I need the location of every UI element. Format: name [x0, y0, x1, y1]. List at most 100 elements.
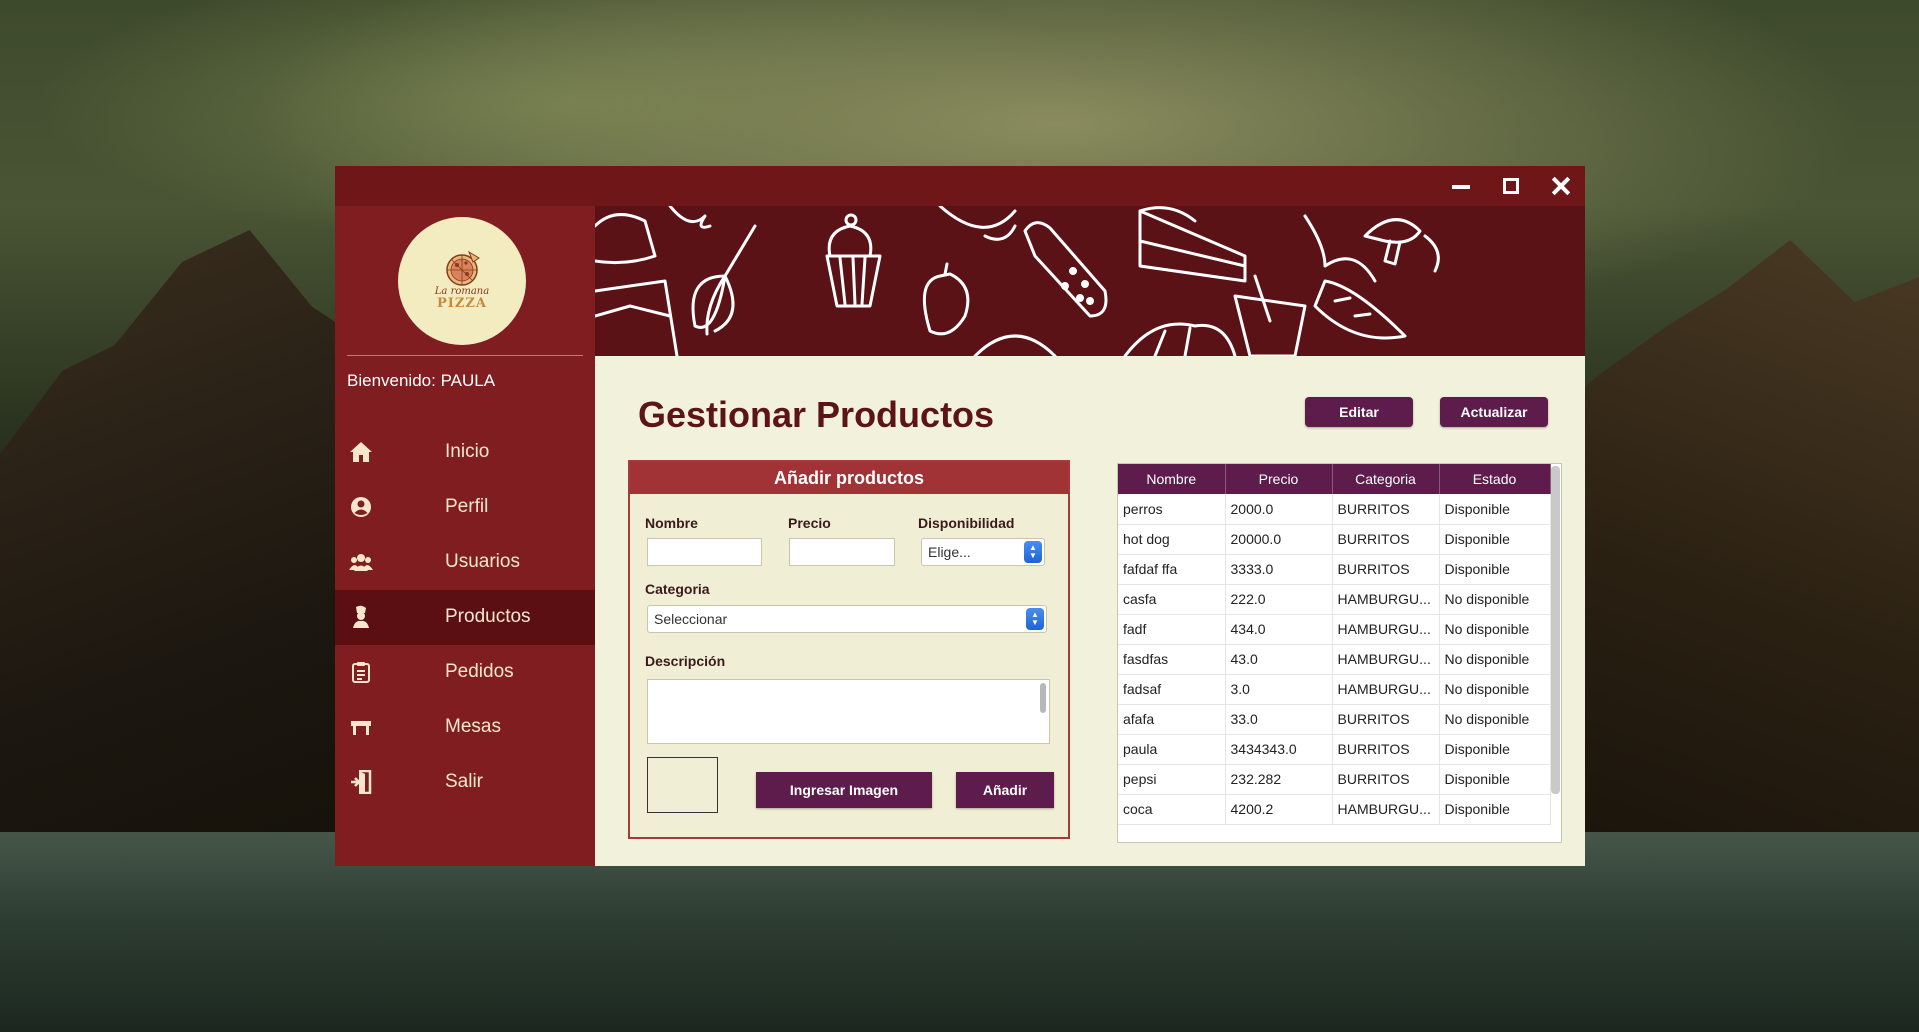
title-bar[interactable] — [335, 166, 1585, 206]
table-cell: paula — [1118, 734, 1226, 765]
table-row[interactable]: fafdaf ffa 3333.0 BURRITOS Disponible — [1118, 554, 1551, 585]
table-cell: coca — [1118, 794, 1226, 825]
select-arrows-icon: ▲ ▼ — [1024, 541, 1042, 563]
table-cell: fadsaf — [1118, 674, 1226, 705]
table-cell: fafdaf ffa — [1118, 554, 1226, 585]
sidebar: La romana PIZZA Bienvenido: PAULA Inicio… — [335, 206, 595, 866]
table-cell: HAMBURGU... — [1332, 794, 1440, 825]
sidebar-item-perfil[interactable]: Perfil — [335, 480, 595, 535]
sidebar-item-label: Perfil — [445, 496, 489, 517]
minimize-icon[interactable] — [1447, 174, 1475, 198]
table-cell: Disponible — [1439, 734, 1551, 765]
table-cell: fasdfas — [1118, 644, 1226, 675]
table-cell: No disponible — [1439, 704, 1551, 735]
table-cell: perros — [1118, 494, 1226, 525]
table-row[interactable]: coca 4200.2 HAMBURGU... Disponible — [1118, 794, 1551, 825]
select-arrows-icon: ▲ ▼ — [1026, 608, 1044, 630]
table-icon — [349, 715, 373, 739]
availability-label: Disponibilidad — [918, 515, 1015, 531]
table-cell: 4200.2 — [1225, 794, 1333, 825]
maximize-icon[interactable] — [1497, 174, 1525, 198]
table-cell: Disponible — [1439, 524, 1551, 555]
category-select-value: Seleccionar — [654, 611, 728, 627]
table-cell: HAMBURGU... — [1332, 674, 1440, 705]
sidebar-item-mesas[interactable]: Mesas — [335, 700, 595, 755]
upload-image-button[interactable]: Ingresar Imagen — [756, 772, 932, 808]
table-row[interactable]: paula 3434343.0 BURRITOS Disponible — [1118, 734, 1551, 765]
availability-select[interactable]: Elige... ▲ ▼ — [921, 538, 1045, 566]
sidebar-item-pedidos[interactable]: Pedidos — [335, 645, 595, 700]
table-scrollbar[interactable] — [1551, 466, 1560, 794]
sidebar-item-productos[interactable]: Productos — [335, 590, 595, 645]
sidebar-item-label: Pedidos — [445, 661, 514, 682]
sidebar-item-salir[interactable]: Salir — [335, 755, 595, 810]
sidebar-item-label: Usuarios — [445, 551, 520, 572]
add-product-header: Añadir productos — [630, 462, 1068, 494]
table-cell: HAMBURGU... — [1332, 584, 1440, 615]
column-header-nombre[interactable]: Nombre — [1118, 464, 1226, 494]
category-select[interactable]: Seleccionar ▲ ▼ — [647, 605, 1047, 633]
price-label: Precio — [788, 515, 831, 531]
table-cell: Disponible — [1439, 764, 1551, 795]
app-window: La romana PIZZA Bienvenido: PAULA Inicio… — [335, 166, 1585, 866]
price-input[interactable] — [789, 538, 895, 566]
table-row[interactable]: perros 2000.0 BURRITOS Disponible — [1118, 494, 1551, 525]
column-header-precio[interactable]: Precio — [1225, 464, 1333, 494]
table-cell: HAMBURGU... — [1332, 614, 1440, 645]
add-product-button[interactable]: Añadir — [956, 772, 1054, 808]
table-cell: BURRITOS — [1332, 764, 1440, 795]
welcome-text: Bienvenido: PAULA — [347, 371, 496, 390]
sidebar-item-label: Productos — [445, 606, 531, 627]
sidebar-item-usuarios[interactable]: Usuarios — [335, 535, 595, 590]
sidebar-divider — [347, 355, 583, 356]
user-icon — [349, 495, 373, 519]
table-row[interactable]: fasdfas 43.0 HAMBURGU... No disponible — [1118, 644, 1551, 675]
page-title: Gestionar Productos — [638, 394, 995, 435]
table-cell: 3333.0 — [1225, 554, 1333, 585]
table-row[interactable]: pepsi 232.282 BURRITOS Disponible — [1118, 764, 1551, 795]
table-row[interactable]: fadf 434.0 HAMBURGU... No disponible — [1118, 614, 1551, 645]
image-preview — [647, 757, 718, 813]
table-cell: 3.0 — [1225, 674, 1333, 705]
table-cell: pepsi — [1118, 764, 1226, 795]
sidebar-item-inicio[interactable]: Inicio — [335, 425, 595, 480]
add-product-panel: Añadir productos Nombre Precio Disponibi… — [628, 460, 1070, 839]
pizza-icon — [446, 250, 480, 286]
food-doodles-illustration — [595, 206, 1440, 356]
table-cell: hot dog — [1118, 524, 1226, 555]
column-header-categoria[interactable]: Categoria — [1332, 464, 1440, 494]
table-cell: 43.0 — [1225, 644, 1333, 675]
name-input[interactable] — [647, 538, 762, 566]
table-cell: BURRITOS — [1332, 494, 1440, 525]
exit-icon — [349, 770, 373, 794]
sidebar-item-label: Mesas — [445, 716, 501, 737]
sidebar-nav: Inicio Perfil Usuarios Productos Pedidos… — [335, 425, 595, 810]
category-label: Categoria — [645, 581, 710, 597]
table-cell: 232.282 — [1225, 764, 1333, 795]
table-cell: HAMBURGU... — [1332, 644, 1440, 675]
table-row[interactable]: fadsaf 3.0 HAMBURGU... No disponible — [1118, 674, 1551, 705]
users-icon — [349, 550, 373, 574]
update-button[interactable]: Actualizar — [1440, 397, 1548, 427]
table-cell: 222.0 — [1225, 584, 1333, 615]
name-label: Nombre — [645, 515, 698, 531]
table-row[interactable]: afafa 33.0 BURRITOS No disponible — [1118, 704, 1551, 735]
textarea-scrollbar[interactable] — [1040, 683, 1046, 713]
table-cell: No disponible — [1439, 674, 1551, 705]
table-row[interactable]: casfa 222.0 HAMBURGU... No disponible — [1118, 584, 1551, 615]
logo-word-text: PIZZA — [437, 295, 487, 311]
food-banner — [595, 206, 1585, 356]
products-table: Nombre Precio Categoria Estado perros 200… — [1117, 463, 1562, 843]
column-header-estado[interactable]: Estado — [1439, 464, 1551, 494]
table-cell: BURRITOS — [1332, 704, 1440, 735]
table-cell: No disponible — [1439, 614, 1551, 645]
edit-button[interactable]: Editar — [1305, 397, 1413, 427]
close-icon[interactable] — [1547, 174, 1575, 198]
table-cell: fadf — [1118, 614, 1226, 645]
table-cell: BURRITOS — [1332, 734, 1440, 765]
chef-icon — [349, 605, 373, 629]
description-textarea[interactable] — [647, 679, 1050, 744]
table-header-row: Nombre Precio Categoria Estado — [1118, 464, 1551, 494]
table-cell: casfa — [1118, 584, 1226, 615]
table-row[interactable]: hot dog 20000.0 BURRITOS Disponible — [1118, 524, 1551, 555]
